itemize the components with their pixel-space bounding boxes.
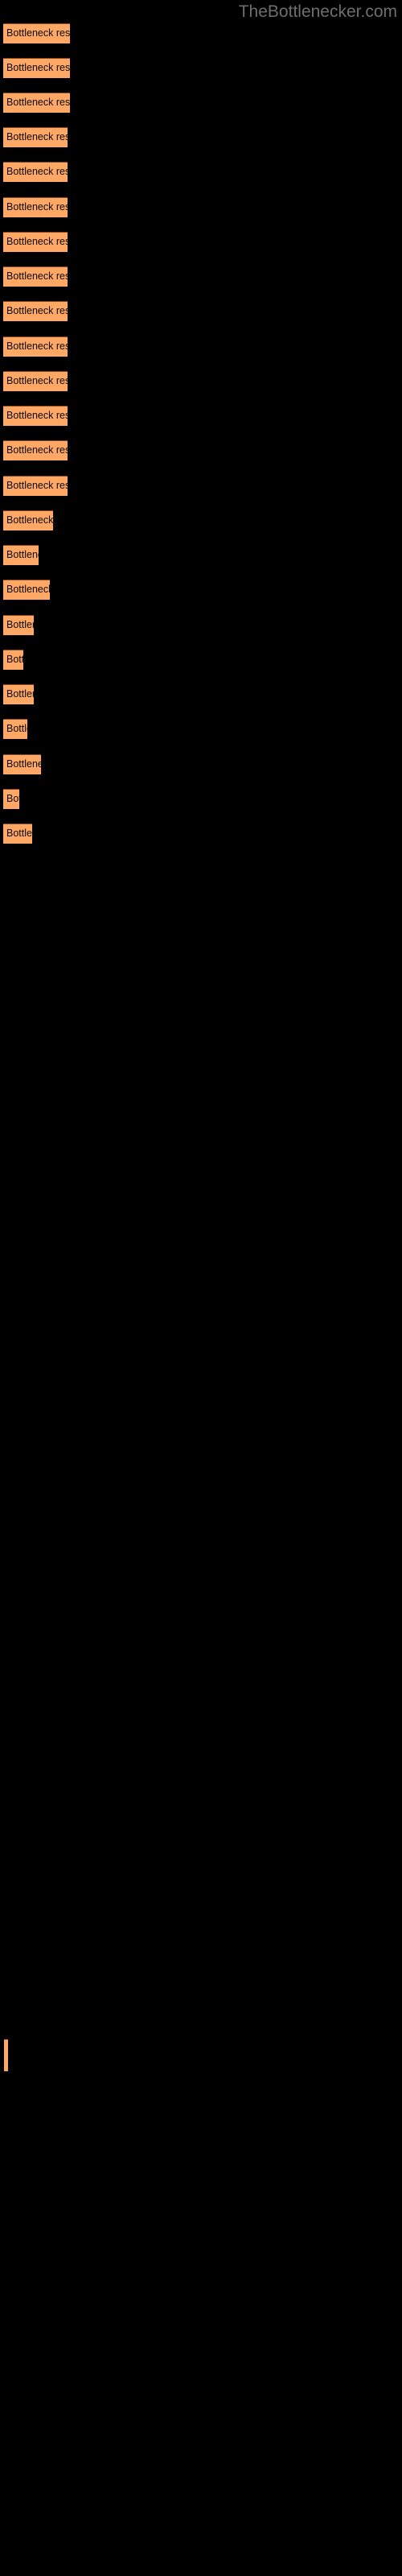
bar-label: Bottleneck result bbox=[6, 549, 39, 560]
bar-label: Bottleneck result bbox=[6, 480, 68, 491]
bar-label: Bottleneck result bbox=[6, 584, 50, 595]
bar-label: Bottleneck result bbox=[6, 828, 32, 839]
bar-label: Bottleneck result bbox=[6, 341, 68, 352]
bar-label: Bottleneck result bbox=[6, 62, 70, 73]
bar-label: Bottleneck result bbox=[6, 375, 68, 386]
bar-label-clip: Bottleneck result bbox=[3, 476, 68, 496]
bar-row[interactable]: Bottleneck result bbox=[3, 127, 68, 147]
bar-label-clip: Bottleneck result bbox=[3, 789, 19, 809]
bar-row[interactable]: Bottleneck result bbox=[3, 754, 41, 774]
bar-label: Bottleneck result bbox=[6, 723, 27, 734]
bar-row[interactable]: Bottleneck result bbox=[3, 93, 70, 113]
bar-label-clip: Bottleneck result bbox=[3, 23, 70, 43]
bar-label: Bottleneck result bbox=[6, 97, 70, 108]
bar-label-clip: Bottleneck result bbox=[3, 406, 68, 426]
bar-label-clip: Bottleneck result bbox=[3, 440, 68, 460]
bar-label: Bottleneck result bbox=[6, 305, 68, 316]
bar-label-clip: Bottleneck result bbox=[3, 58, 70, 78]
bar-label: Bottleneck result bbox=[6, 793, 19, 804]
bar-row[interactable]: Bottleneck result bbox=[3, 476, 68, 496]
bar-row[interactable]: Bottleneck result bbox=[3, 545, 39, 565]
bar-label: Bottleneck result bbox=[6, 166, 68, 177]
bar-label-clip: Bottleneck result bbox=[3, 371, 68, 391]
bar-row[interactable]: Bottleneck result bbox=[3, 232, 68, 252]
bar-row[interactable]: Bottleneck result bbox=[3, 371, 68, 391]
bar-label-clip: Bottleneck result bbox=[3, 580, 50, 600]
bar-label-clip: Bottleneck result bbox=[3, 754, 41, 774]
bar-row[interactable]: Bottleneck result bbox=[3, 650, 23, 670]
bar-row[interactable]: Bottleneck result bbox=[3, 266, 68, 287]
bar-row[interactable]: Bottleneck result bbox=[3, 336, 68, 357]
bar-label-clip: Bottleneck result bbox=[3, 197, 68, 217]
bar-label: Bottleneck result bbox=[6, 514, 53, 526]
bar-row[interactable]: Bottleneck result bbox=[3, 197, 68, 217]
bar-label-clip: Bottleneck result bbox=[3, 615, 34, 635]
bar-row[interactable]: Bottleneck result bbox=[3, 824, 32, 844]
bar-label: Bottleneck result bbox=[6, 619, 34, 630]
bar-label-clip: Bottleneck result bbox=[3, 93, 70, 113]
bar-label-clip: Bottleneck result bbox=[3, 127, 68, 147]
bar-row[interactable]: Bottleneck result bbox=[3, 301, 68, 321]
bottleneck-bar-chart: Bottleneck result Bottleneck result Bottle… bbox=[0, 0, 402, 2576]
bar-label: Bottleneck result bbox=[6, 758, 41, 770]
bar-label: Bottleneck result bbox=[6, 270, 68, 282]
bar-label-clip: Bottleneck result bbox=[3, 650, 23, 670]
bar-row[interactable]: Bottleneck result bbox=[3, 406, 68, 426]
bar-row[interactable]: Bottleneck result bbox=[3, 719, 27, 739]
bar-row[interactable]: Bottleneck result bbox=[3, 162, 68, 182]
bar-row[interactable]: Bottleneck result bbox=[3, 510, 53, 530]
bar-label-clip: Bottleneck result bbox=[3, 232, 68, 252]
bar-label: Bottleneck result bbox=[6, 27, 70, 39]
bar-row[interactable]: Bottleneck result bbox=[3, 789, 19, 809]
bar-label-clip: Bottleneck result bbox=[3, 684, 34, 704]
bar-label: Bottleneck result bbox=[6, 131, 68, 142]
bar-row[interactable]: Bottleneck result bbox=[3, 23, 70, 43]
bar-label: Bottleneck result bbox=[6, 654, 23, 665]
bar-row[interactable]: Bottleneck result bbox=[3, 580, 50, 600]
bar-row[interactable]: Bottleneck result bbox=[3, 684, 34, 704]
bar-row[interactable]: Bottleneck result bbox=[3, 440, 68, 460]
bar-label-clip: Bottleneck result bbox=[3, 719, 27, 739]
bar-label-clip: Bottleneck result bbox=[3, 301, 68, 321]
bar-label-clip: Bottleneck result bbox=[3, 510, 53, 530]
bar-label-clip: Bottleneck result bbox=[3, 545, 39, 565]
bar-label: Bottleneck result bbox=[6, 688, 34, 700]
bar-label-clip: Bottleneck result bbox=[3, 336, 68, 357]
bar-label: Bottleneck result bbox=[6, 410, 68, 421]
bar-row[interactable]: Bottleneck result bbox=[3, 615, 34, 635]
bar-label: Bottleneck result bbox=[6, 444, 68, 456]
bar-label-clip: Bottleneck result bbox=[3, 266, 68, 287]
bar-label-clip: Bottleneck result bbox=[3, 824, 32, 844]
partial-bar-marker bbox=[4, 2039, 8, 2071]
bar-label-clip: Bottleneck result bbox=[3, 162, 68, 182]
bar-label: Bottleneck result bbox=[6, 201, 68, 213]
bar-row[interactable]: Bottleneck result bbox=[3, 58, 70, 78]
bar-label: Bottleneck result bbox=[6, 236, 68, 247]
